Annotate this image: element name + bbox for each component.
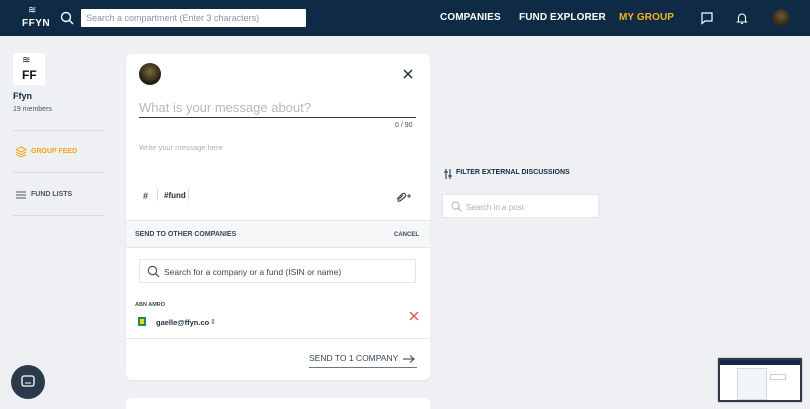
card-footer-divider	[126, 338, 430, 339]
preview-panel	[737, 368, 767, 400]
search-icon	[451, 201, 462, 212]
sidebar-item-label: GROUP FEED	[31, 148, 78, 155]
company-logo-icon	[138, 317, 146, 326]
recipient-email-select[interactable]: gaelle@ffyn.co	[156, 318, 209, 327]
list-icon	[16, 191, 26, 199]
search-icon	[147, 265, 160, 278]
cancel-button[interactable]: CANCEL	[394, 232, 419, 238]
remove-recipient-icon[interactable]	[408, 310, 420, 322]
sidebar-item-label: FUND LISTS	[31, 191, 73, 198]
ffyn-logo[interactable]: ≋ FFYN	[22, 6, 50, 32]
support-chat-button[interactable]	[11, 365, 45, 399]
nav-my-group[interactable]: MY GROUP	[619, 12, 674, 23]
preview-dialog	[770, 374, 786, 380]
company-search-input[interactable]: Search for a company or a fund (ISIN or …	[139, 259, 416, 283]
layers-icon	[15, 146, 27, 158]
post-search-placeholder: Search in a post	[466, 203, 524, 212]
top-navbar: ≋ FFYN COMPANIES FUND EXPLORER MY GROUP	[0, 0, 810, 36]
chevron-updown-icon[interactable]: ⇕	[210, 318, 216, 326]
filter-icon	[444, 169, 452, 179]
hashtag-button[interactable]: #	[143, 191, 148, 201]
chat-bubble-icon	[21, 375, 35, 387]
tag-separator	[188, 189, 189, 201]
next-post-card	[126, 398, 430, 409]
send-button-label: SEND TO 1 COMPANY	[309, 353, 399, 363]
message-subject-input[interactable]	[139, 98, 416, 118]
recipient-company-name: ABN AMRO	[135, 302, 166, 308]
message-composer-card: 0 / 90 Write your message here # #fund S…	[126, 54, 430, 380]
logo-mark-icon: ≋	[28, 5, 37, 16]
tag-separator	[157, 189, 158, 201]
tag-chip-fund[interactable]: #fund	[164, 191, 186, 200]
close-icon[interactable]	[401, 67, 415, 81]
user-avatar[interactable]	[772, 9, 790, 27]
send-to-companies-header: SEND TO OTHER COMPANIES CANCEL	[126, 220, 430, 248]
sidebar-divider	[13, 130, 104, 131]
screen-preview-thumbnail[interactable]	[718, 358, 802, 402]
filter-label: FILTER EXTERNAL DISCUSSIONS	[456, 169, 570, 176]
group-logo-mark-icon: ≋	[22, 55, 31, 66]
nav-fund-explorer[interactable]: FUND EXPLORER	[519, 12, 606, 23]
nav-companies[interactable]: COMPANIES	[440, 12, 501, 23]
group-logo-text: FF	[22, 68, 37, 82]
logo-wordmark: FFYN	[22, 18, 51, 29]
post-search-input[interactable]: Search in a post	[442, 194, 599, 218]
compartment-search-input[interactable]	[81, 9, 306, 27]
bell-icon[interactable]	[735, 11, 749, 25]
company-search-placeholder: Search for a company or a fund (ISIN or …	[164, 267, 342, 277]
group-name: Ffyn	[13, 91, 32, 101]
sidebar-divider	[13, 172, 104, 173]
attachment-icon[interactable]	[393, 190, 413, 202]
preview-topbar	[720, 360, 800, 365]
search-icon[interactable]	[60, 11, 74, 25]
group-logo: ≋ FF	[13, 53, 45, 85]
chat-icon[interactable]	[700, 11, 714, 25]
subject-char-counter: 0 / 90	[395, 122, 413, 129]
send-section-title: SEND TO OTHER COMPANIES	[135, 231, 237, 238]
send-button[interactable]: SEND TO 1 COMPANY	[309, 352, 417, 368]
sidebar-divider	[13, 215, 104, 216]
message-body-input[interactable]: Write your message here	[139, 143, 223, 152]
arrow-right-icon	[403, 355, 415, 363]
group-members-count: 19 members	[13, 106, 52, 113]
author-avatar	[139, 63, 161, 85]
